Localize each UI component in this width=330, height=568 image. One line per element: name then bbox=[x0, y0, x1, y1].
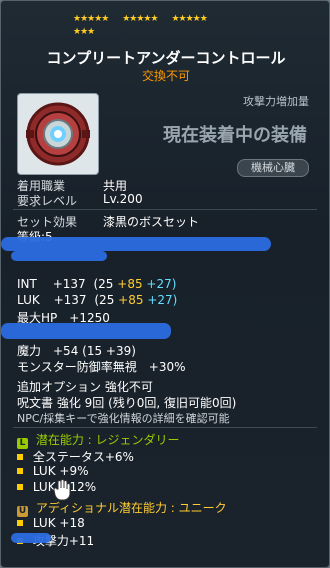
set-effect-value: 漆黒のボスセット bbox=[103, 215, 200, 229]
level-value: Lv.200 bbox=[103, 192, 143, 206]
int-label: INT bbox=[17, 277, 37, 291]
additional-potential-header: U アディショナル潜在能力 : ユニーク bbox=[17, 499, 227, 517]
potential-line-1: 全ステータス+6% bbox=[17, 448, 134, 465]
int-base: (25 bbox=[93, 277, 114, 291]
int-total: +137 bbox=[52, 277, 86, 291]
luk-starforce: +85 bbox=[118, 293, 144, 307]
stars-group-4: ★★★ bbox=[73, 27, 95, 37]
magic-attack-line: 魔力 +54 (15 +39) bbox=[17, 344, 136, 358]
bullet-icon bbox=[17, 520, 23, 526]
potential-header-text: 潜在能力 : レジェンダリー bbox=[35, 433, 180, 447]
luk-label: LUK bbox=[17, 293, 40, 307]
divider bbox=[13, 209, 317, 210]
mechanical-heart-icon bbox=[26, 102, 90, 166]
int-starforce: +85 bbox=[117, 277, 143, 291]
luk-line: LUK +137 (25 +85 +27) bbox=[17, 293, 177, 307]
stars-group-1: ★★★★★ bbox=[73, 14, 109, 24]
bullet-icon bbox=[17, 454, 23, 460]
additional-potential-line-1-text: LUK +18 bbox=[32, 516, 85, 530]
hand-cursor-icon bbox=[53, 479, 71, 501]
item-tooltip: ★★★★★ ★★★★★ ★★★★★ ★★★ コンプリートアンダーコントロール 交… bbox=[0, 0, 330, 568]
attack-increase-text: 攻撃力増加量 bbox=[243, 95, 309, 108]
divider bbox=[13, 427, 317, 428]
additional-potential-header-text: アディショナル潜在能力 : ユニーク bbox=[35, 501, 227, 515]
redaction-mark bbox=[1, 237, 271, 251]
bullet-icon bbox=[17, 484, 23, 490]
equipped-label: 現在装着中の装備 bbox=[163, 125, 307, 146]
trade-status: 交換不可 bbox=[141, 69, 190, 83]
ignore-defense-line: モンスター防御率無視 +30% bbox=[17, 360, 186, 374]
luk-total: +137 bbox=[53, 293, 87, 307]
int-line: INT +137 (25 +85 +27) bbox=[17, 277, 176, 291]
level-label: 要求レベル bbox=[17, 194, 78, 208]
item-title: コンプリートアンダーコントロール bbox=[46, 49, 286, 67]
redaction-mark bbox=[11, 251, 107, 261]
item-icon-frame bbox=[17, 93, 99, 175]
redaction-mark bbox=[1, 323, 171, 339]
star-force-rating: ★★★★★ ★★★★★ ★★★★★ ★★★ bbox=[73, 13, 219, 39]
redaction-mark bbox=[11, 533, 51, 543]
attack-increase-label: 攻撃力増加量 bbox=[243, 93, 309, 109]
potential-line-1-text: 全ステータス+6% bbox=[32, 450, 134, 464]
luk-base: (25 bbox=[94, 293, 115, 307]
additional-option-line: 追加オプション 強化不可 bbox=[17, 380, 153, 394]
stars-group-2: ★★★★★ bbox=[122, 14, 158, 24]
potential-header: L 潜在能力 : レジェンダリー bbox=[17, 431, 180, 449]
bullet-icon bbox=[17, 468, 23, 474]
category-badge: 機械心臓 bbox=[237, 159, 309, 177]
stars-group-3: ★★★★★ bbox=[171, 14, 207, 24]
luk-extra: +27) bbox=[147, 293, 178, 307]
additional-potential-line-1: LUK +18 bbox=[17, 516, 85, 530]
int-extra: +27) bbox=[146, 277, 177, 291]
potential-line-2: LUK +9% bbox=[17, 464, 88, 478]
npc-hint-line: NPC/採集キーで強化情報の詳細を確認可能 bbox=[17, 412, 230, 425]
potential-line-2-text: LUK +9% bbox=[32, 464, 89, 478]
scroll-upgrade-line: 呪文書 強化 9回 (残り0回, 復旧可能0回) bbox=[17, 396, 237, 410]
